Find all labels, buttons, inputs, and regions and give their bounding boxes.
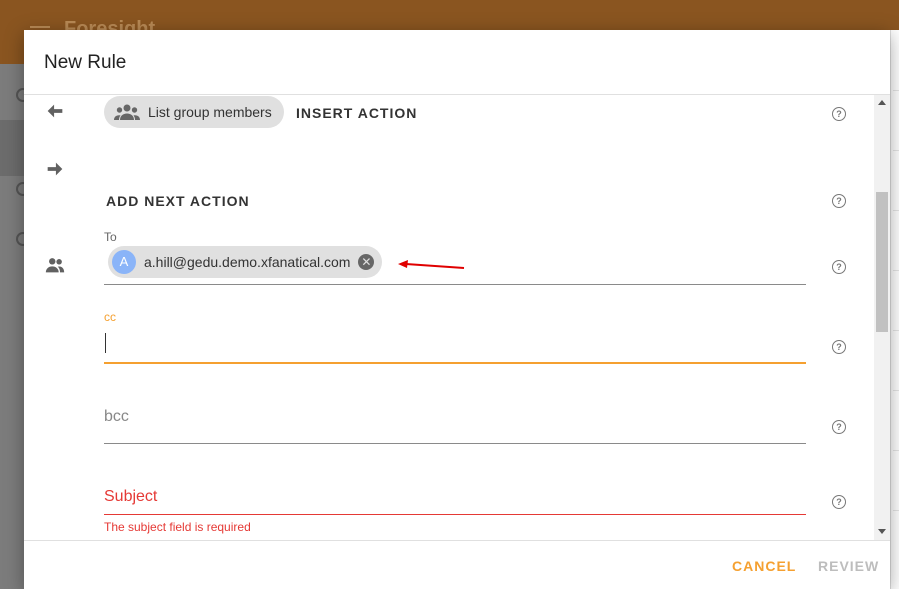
subject-field-underline xyxy=(104,514,806,515)
new-rule-dialog: New Rule List group members INSERT ACTIO… xyxy=(24,30,890,589)
arrow-left-icon[interactable] xyxy=(44,100,66,122)
to-field-underline xyxy=(104,284,806,285)
insert-action-button[interactable]: INSERT ACTION xyxy=(296,105,417,121)
cancel-button[interactable]: CANCEL xyxy=(732,558,796,574)
to-field-label: To xyxy=(104,230,117,244)
help-circle-icon[interactable]: ? xyxy=(832,194,846,208)
previous-action-label: List group members xyxy=(148,104,272,120)
arrow-right-icon[interactable] xyxy=(44,158,66,180)
scrollbar-thumb[interactable] xyxy=(876,192,888,332)
dialog-content[interactable]: List group members INSERT ACTION ? ADD N… xyxy=(24,95,890,540)
dialog-scrollbar[interactable] xyxy=(874,95,890,540)
background-sidebar xyxy=(0,64,30,589)
bcc-field-underline xyxy=(104,443,806,444)
recipient-chip[interactable]: A a.hill@gedu.demo.xfanatical.com ✕ xyxy=(108,246,383,278)
sidebar-selected-item xyxy=(0,120,24,176)
scroll-up-arrow[interactable] xyxy=(878,100,886,105)
previous-action-chip[interactable]: List group members xyxy=(104,96,284,128)
dialog-title: New Rule xyxy=(44,52,127,73)
help-circle-icon[interactable]: ? xyxy=(832,260,846,274)
help-circle-icon[interactable]: ? xyxy=(832,495,846,509)
cc-field-underline xyxy=(104,362,806,364)
close-circle-icon[interactable]: ✕ xyxy=(358,254,375,270)
recipient-email: a.hill@gedu.demo.xfanatical.com xyxy=(144,254,351,270)
help-circle-icon[interactable]: ? xyxy=(832,420,846,434)
review-button[interactable]: REVIEW xyxy=(818,558,879,574)
help-circle-icon[interactable]: ? xyxy=(832,107,846,121)
cc-field-label: cc xyxy=(104,310,116,324)
bcc-input[interactable]: bcc xyxy=(104,408,129,426)
cc-input[interactable] xyxy=(104,325,806,361)
menu-icon[interactable] xyxy=(30,26,50,28)
dialog-footer-divider xyxy=(24,540,890,541)
scroll-down-arrow[interactable] xyxy=(878,529,886,534)
subject-input[interactable]: Subject xyxy=(104,488,157,506)
background-content-edge xyxy=(890,30,899,589)
subject-error-message: The subject field is required xyxy=(104,520,251,534)
group-icon xyxy=(114,104,140,120)
people-icon xyxy=(45,258,65,273)
red-arrow-annotation xyxy=(398,260,465,269)
recipient-avatar: A xyxy=(112,250,136,274)
help-circle-icon[interactable]: ? xyxy=(832,340,846,354)
add-next-action-button[interactable]: ADD NEXT ACTION xyxy=(106,193,250,209)
